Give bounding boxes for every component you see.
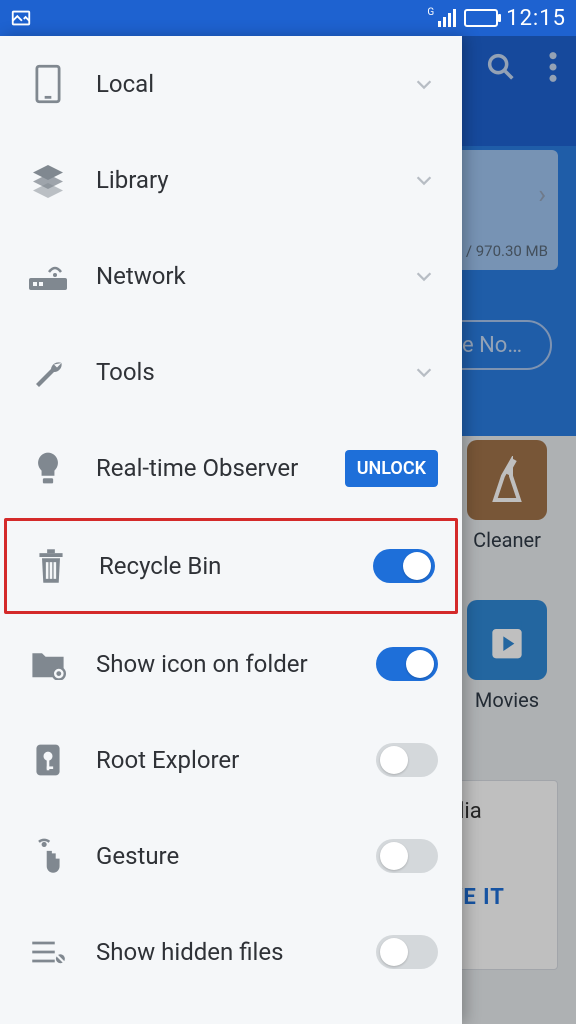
drawer-item-label: Show icon on folder: [96, 650, 348, 678]
drawer-item-network[interactable]: Network: [0, 228, 462, 324]
mobile-data-indicator: G: [427, 7, 434, 18]
chevron-down-icon: [410, 265, 438, 287]
key-icon: [28, 740, 68, 780]
gesture-toggle[interactable]: [376, 839, 438, 873]
chevron-down-icon: [410, 169, 438, 191]
layers-icon: [28, 160, 68, 200]
folder-icon-toggle[interactable]: [376, 647, 438, 681]
chevron-down-icon: [410, 73, 438, 95]
router-icon: [28, 256, 68, 296]
drawer-item-label: Library: [96, 166, 382, 194]
recycle-toggle[interactable]: [373, 549, 435, 583]
folder-eye-icon: [28, 644, 68, 684]
drawer-item-label: Local: [96, 70, 382, 98]
drawer-item-icon-folder[interactable]: Show icon on folder: [0, 616, 462, 712]
drawer-item-label: Tools: [96, 358, 382, 386]
drawer-item-gesture[interactable]: Gesture: [0, 808, 462, 904]
unlock-badge[interactable]: UNLOCK: [345, 450, 438, 487]
hidden-toggle[interactable]: [376, 935, 438, 969]
navigation-drawer: Local Library Network: [0, 36, 462, 1024]
root-toggle[interactable]: [376, 743, 438, 777]
bulb-icon: [28, 448, 68, 488]
drawer-item-tools[interactable]: Tools: [0, 324, 462, 420]
trash-icon: [31, 546, 71, 586]
hidden-files-icon: [28, 932, 68, 972]
signal-icon: [438, 9, 456, 27]
drawer-item-label: Root Explorer: [96, 746, 348, 774]
drawer-item-observer[interactable]: Real-time Observer UNLOCK: [0, 420, 462, 516]
drawer-item-root[interactable]: Root Explorer: [0, 712, 462, 808]
battery-icon: [464, 9, 498, 27]
drawer-item-recycle[interactable]: Recycle Bin: [4, 518, 458, 614]
drawer-item-hidden[interactable]: Show hidden files: [0, 904, 462, 1000]
gesture-icon: [28, 836, 68, 876]
status-bar: G 12:15: [0, 0, 576, 36]
drawer-item-label: Show hidden files: [96, 938, 348, 966]
drawer-item-label: Real-time Observer: [96, 454, 317, 482]
drawer-item-library[interactable]: Library: [0, 132, 462, 228]
drawer-item-label: Recycle Bin: [99, 552, 345, 580]
chevron-down-icon: [410, 361, 438, 383]
screenshot-icon: [10, 7, 32, 29]
drawer-item-label: Network: [96, 262, 382, 290]
wrench-icon: [28, 352, 68, 392]
drawer-item-local[interactable]: Local: [0, 36, 462, 132]
status-clock: 12:15: [506, 6, 566, 31]
phone-icon: [28, 64, 68, 104]
drawer-item-label: Gesture: [96, 842, 348, 870]
